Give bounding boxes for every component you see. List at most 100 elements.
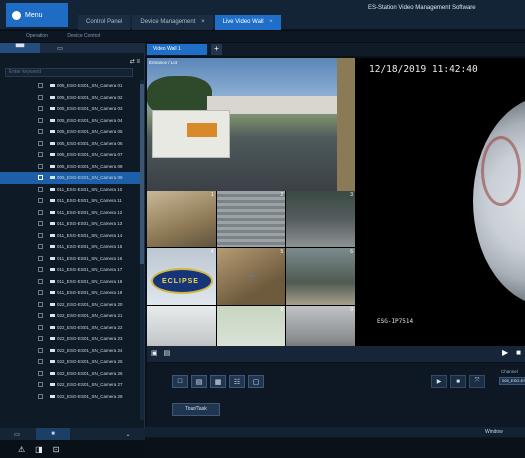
checkbox-icon[interactable] xyxy=(38,186,43,192)
tab-video-wall-1[interactable]: Video Wall 1 xyxy=(147,44,207,55)
checkbox-icon[interactable] xyxy=(38,359,43,364)
checkbox-icon[interactable] xyxy=(38,347,43,353)
tree-item-camera[interactable]: 005_ESG-ES01_SN_Camera 03 xyxy=(0,103,140,115)
tree-item-camera[interactable]: 011_ESG-ES01_SN_Camera 10 xyxy=(0,184,140,196)
close-icon[interactable]: × xyxy=(201,19,205,25)
checkbox-icon[interactable] xyxy=(38,140,43,146)
scrollbar-thumb[interactable] xyxy=(140,84,144,264)
checkbox-icon[interactable] xyxy=(38,117,43,123)
tree-item-camera[interactable]: 005_ESG-ES01_SN_Camera 04 xyxy=(0,115,140,127)
menu-button[interactable]: Menu xyxy=(6,3,68,27)
checkbox-icon[interactable] xyxy=(38,221,43,226)
layout-custom-button[interactable]: ▢ xyxy=(248,375,264,388)
snapshot-icon[interactable]: ▣ xyxy=(151,349,158,357)
tree-item-camera[interactable]: 005_ESG-ES01_SN_Camera 06 xyxy=(0,138,140,150)
tab-control-panel[interactable]: Control Panel xyxy=(78,15,131,30)
sidebar-tools-icon[interactable]: ⇄ ≡ xyxy=(130,58,140,65)
checkbox-icon[interactable] xyxy=(38,232,43,238)
checkbox-icon[interactable] xyxy=(38,382,43,387)
sidebar-tab-devices[interactable]: ▀▀ xyxy=(0,43,40,53)
checkbox-icon[interactable] xyxy=(38,198,43,203)
tree-item-camera[interactable]: 022_ESG-ES01_SN_Camera 27 xyxy=(0,379,140,391)
sidebar-tab-views[interactable]: ▭ xyxy=(40,43,80,53)
checkbox-icon[interactable] xyxy=(38,267,43,272)
tree-item-camera[interactable]: 022_ESG-ES01_SN_Camera 20 xyxy=(0,299,140,311)
checkbox-icon[interactable] xyxy=(38,175,43,180)
checkbox-icon[interactable] xyxy=(38,106,43,111)
tree-item-camera[interactable]: 005_ESG-ES01_SN_Camera 02 xyxy=(0,92,140,104)
device-search-input[interactable]: Enter keyword xyxy=(5,68,133,77)
camera-cell[interactable]: 6 xyxy=(286,248,355,305)
checkbox-icon[interactable] xyxy=(38,278,43,284)
camera-cell[interactable]: 2 xyxy=(216,191,286,248)
camera-cell[interactable]: 1 xyxy=(147,191,216,248)
tree-item-camera[interactable]: 011_ESG-ES01_SN_Camera 13 xyxy=(0,218,140,230)
checkbox-icon[interactable] xyxy=(38,129,43,134)
camera-cell[interactable]: 3 xyxy=(286,191,355,248)
tree-item-camera[interactable]: 005_ESG-ES01_SN_Camera 01 xyxy=(0,80,140,92)
layout-1-button[interactable]: □ xyxy=(172,375,188,388)
checkbox-icon[interactable] xyxy=(38,393,43,399)
alarm-icon[interactable]: ⚠ xyxy=(18,445,25,454)
tree-scrollbar[interactable] xyxy=(140,80,144,420)
group-view-button[interactable]: ■ xyxy=(36,428,70,440)
camera-cell[interactable]: ECLIPSE 4 xyxy=(147,248,216,305)
tree-item-camera[interactable]: 005_ESG-ES01_SN_Camera 07 xyxy=(0,149,140,161)
tree-item-camera[interactable]: 011_ESG-ES01_SN_Camera 17 xyxy=(0,264,140,276)
close-icon[interactable]: × xyxy=(269,19,273,25)
checkbox-icon[interactable] xyxy=(38,324,43,330)
tree-item-camera[interactable]: 022_ESG-ES01_SN_Camera 21 xyxy=(0,310,140,322)
channel-select[interactable]: 005_ESG-ES xyxy=(499,377,525,385)
checkbox-icon[interactable] xyxy=(38,290,43,295)
layout-4-button[interactable]: ▤ xyxy=(191,375,207,388)
camera-cell[interactable]: ⇔ 5 xyxy=(216,248,286,305)
tree-item-camera[interactable]: 005_ESG-ES01_SN_Camera 09 xyxy=(0,172,140,184)
checkbox-icon[interactable] xyxy=(38,244,43,249)
tree-item-camera[interactable]: 022_ESG-ES01_SN_Camera 25 xyxy=(0,356,140,368)
play-icon[interactable]: ▶ xyxy=(502,348,508,357)
tree-item-camera[interactable]: 011_ESG-ES01_SN_Camera 19 xyxy=(0,287,140,299)
record-icon[interactable]: ◨ xyxy=(35,445,43,454)
checkbox-icon[interactable] xyxy=(38,209,43,215)
breadcrumb-item[interactable]: Operation xyxy=(26,33,48,39)
checkbox-icon[interactable] xyxy=(38,152,43,157)
layout-9-button[interactable]: ▦ xyxy=(210,375,226,388)
tree-item-camera[interactable]: 011_ESG-ES01_SN_Camera 18 xyxy=(0,276,140,288)
checkbox-icon[interactable] xyxy=(38,163,43,169)
breadcrumb-item[interactable]: Device Control xyxy=(67,33,100,39)
checkbox-icon[interactable] xyxy=(38,336,43,341)
collapse-chevron-icon[interactable]: ⌄ xyxy=(111,428,145,440)
tab-device-management[interactable]: Device Management × xyxy=(132,15,213,30)
move-arrows-icon[interactable]: ⇔ xyxy=(247,270,257,281)
checkbox-icon[interactable] xyxy=(38,83,43,88)
tree-item-camera[interactable]: 022_ESG-ES01_SN_Camera 23 xyxy=(0,333,140,345)
tree-item-camera[interactable]: 005_ESG-ES01_SN_Camera 05 xyxy=(0,126,140,138)
tree-item-camera[interactable]: 005_ESG-ES01_SN_Camera 08 xyxy=(0,161,140,173)
video-canvas[interactable]: Entrance / Lot 1 2 3 ECLIPSE 4 ⇔ 5 6 7 8 9… xyxy=(147,58,525,362)
tree-item-camera[interactable]: 011_ESG-ES01_SN_Camera 15 xyxy=(0,241,140,253)
tree-item-camera[interactable]: 011_ESG-ES01_SN_Camera 11 xyxy=(0,195,140,207)
tab-live-video-wall[interactable]: Live Video Wall × xyxy=(214,15,281,30)
log-icon[interactable]: ⊡ xyxy=(53,445,60,454)
checkbox-icon[interactable] xyxy=(38,301,43,307)
tree-item-camera[interactable]: 022_ESG-ES01_SN_Camera 24 xyxy=(0,345,140,357)
tree-item-camera[interactable]: 011_ESG-ES01_SN_Camera 14 xyxy=(0,230,140,242)
device-view-button[interactable]: ▭ xyxy=(0,428,34,440)
add-view-button[interactable]: + xyxy=(211,44,222,55)
tree-item-camera[interactable]: 022_ESG-ES01_SN_Camera 26 xyxy=(0,368,140,380)
checkbox-icon[interactable] xyxy=(38,370,43,376)
checkbox-icon[interactable] xyxy=(38,255,43,261)
record-toggle-icon[interactable]: ▤ xyxy=(164,349,171,357)
start-button[interactable]: ▶ xyxy=(431,375,447,388)
stop-icon[interactable]: ■ xyxy=(516,348,521,357)
fullscreen-button[interactable]: ⤧ xyxy=(469,375,485,388)
camera-feed-fisheye[interactable]: 12/18/2019 11:42:40 ESG-IP7514 xyxy=(355,58,525,362)
layout-16-button[interactable]: ☷ xyxy=(229,375,245,388)
tree-item-camera[interactable]: 022_ESG-ES01_SN_Camera 28 xyxy=(0,391,140,403)
checkbox-icon[interactable] xyxy=(38,313,43,318)
camera-feed-large[interactable]: Entrance / Lot xyxy=(147,58,357,191)
stop-button[interactable]: ■ xyxy=(450,375,466,388)
tree-item-camera[interactable]: 011_ESG-ES01_SN_Camera 12 xyxy=(0,207,140,219)
tree-item-camera[interactable]: 011_ESG-ES01_SN_Camera 16 xyxy=(0,253,140,265)
tree-item-camera[interactable]: 022_ESG-ES01_SN_Camera 22 xyxy=(0,322,140,334)
